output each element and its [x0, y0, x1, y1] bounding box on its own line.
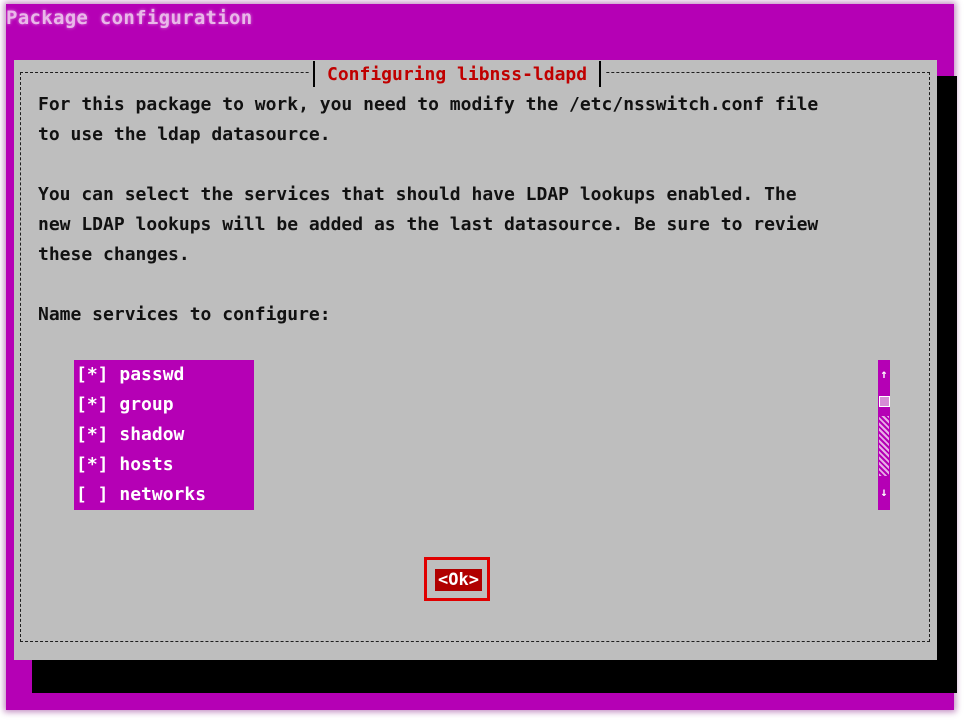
service-label-networks: networks: [119, 484, 207, 505]
dialog-title: Configuring libnss-ldapd: [327, 63, 588, 85]
service-item-passwd[interactable]: [*] passwd: [74, 360, 254, 390]
ok-button[interactable]: <Ok>: [435, 569, 482, 591]
instructions-paragraph: You can select the services that should …: [38, 184, 819, 265]
service-item-networks[interactable]: [ ] networks: [74, 480, 254, 510]
service-label-shadow: shadow: [119, 424, 185, 445]
checkbox-passwd[interactable]: [*]: [76, 364, 109, 385]
service-item-shadow[interactable]: [*] shadow: [74, 420, 254, 450]
checkbox-networks[interactable]: [ ]: [76, 484, 109, 505]
scrollbar-thumb[interactable]: [879, 396, 890, 407]
services-checklist: [*] passwd [*] group [*] shadow [*] host…: [74, 360, 254, 510]
list-scrollbar[interactable]: ↑ ↓: [878, 360, 890, 510]
service-label-hosts: hosts: [119, 454, 174, 475]
checkbox-group[interactable]: [*]: [76, 394, 109, 415]
service-label-group: group: [119, 394, 174, 415]
service-item-group[interactable]: [*] group: [74, 390, 254, 420]
ok-focus-highlight: <Ok>: [424, 557, 490, 601]
checkbox-shadow[interactable]: [*]: [76, 424, 109, 445]
scroll-down-arrow-icon[interactable]: ↓: [878, 484, 890, 500]
scrollbar-track[interactable]: [879, 416, 889, 476]
title-right-bar: [599, 61, 602, 87]
intro-paragraph: For this package to work, you need to mo…: [38, 94, 819, 145]
configuration-dialog: Configuring libnss-ldapd For this packag…: [14, 60, 937, 660]
services-label: Name services to configure:: [38, 304, 331, 325]
service-label-passwd: passwd: [119, 364, 185, 385]
scroll-up-arrow-icon[interactable]: ↑: [878, 366, 890, 382]
screen-title: Package configuration: [6, 7, 253, 29]
service-item-hosts[interactable]: [*] hosts: [74, 450, 254, 480]
dialog-title-bar: Configuring libnss-ldapd: [309, 61, 606, 87]
checkbox-hosts[interactable]: [*]: [76, 454, 109, 475]
